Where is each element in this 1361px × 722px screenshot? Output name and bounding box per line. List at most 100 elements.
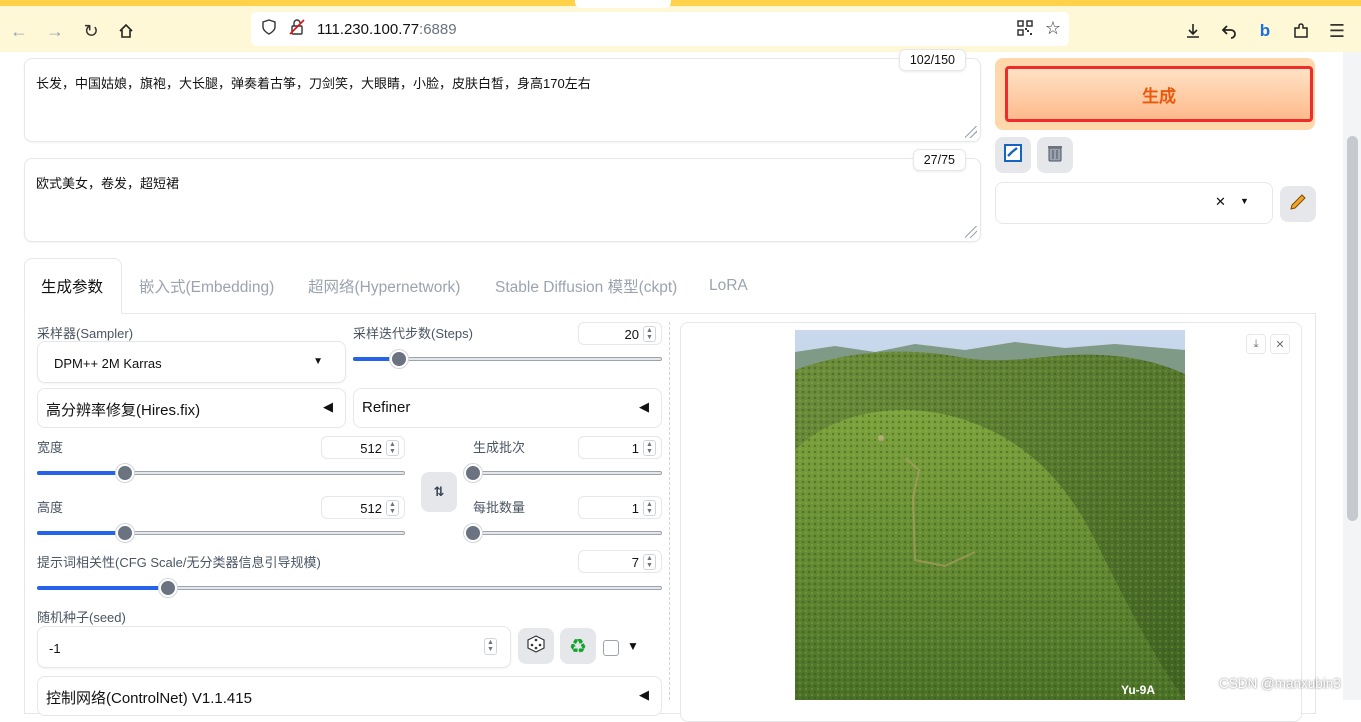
spinner-icon[interactable]: ▲ ▼ <box>643 554 656 570</box>
slider-thumb[interactable] <box>390 350 409 368</box>
checkbox-apply-icon <box>1003 143 1023 168</box>
spinner-icon[interactable]: ▲ ▼ <box>484 638 497 655</box>
spinner-icon[interactable]: ▲ ▼ <box>386 440 399 456</box>
slider-thumb[interactable] <box>116 464 135 482</box>
bing-icon[interactable]: b <box>1252 18 1278 44</box>
address-bar[interactable]: 111.230.100.77:6889 ☆ <box>251 12 1069 46</box>
webui-page: 102/150 长发，中国姑娘，旗袍，大长腿，弹奏着古筝，刀剑笑，大眼睛，小脸，… <box>0 49 1361 722</box>
menu-icon[interactable]: ☰ <box>1324 18 1350 44</box>
page-scrollbar[interactable] <box>1343 52 1361 700</box>
tab-hypernetwork[interactable]: 超网络(Hypernetwork) <box>308 258 460 314</box>
slider-thumb[interactable] <box>464 524 482 542</box>
apply-style-button[interactable] <box>995 137 1031 173</box>
controlnet-accordion[interactable]: 控制网络(ControlNet) V1.1.415 ◀ <box>37 676 662 716</box>
tab-bar: 生成参数 嵌入式(Embedding) 超网络(Hypernetwork) St… <box>24 258 1316 314</box>
batch-size-input[interactable]: 1 ▲ ▼ <box>578 496 662 519</box>
back-icon[interactable]: ← <box>6 18 32 44</box>
spinner-icon[interactable]: ▲ ▼ <box>386 500 399 516</box>
spinner-icon[interactable]: ▲ ▼ <box>643 500 656 516</box>
cfg-label: 提示词相关性(CFG Scale/无分类器信息引导规模) <box>37 555 321 570</box>
site-info-icon[interactable] <box>261 19 277 39</box>
recycle-icon: ♻ <box>569 635 587 658</box>
reuse-seed-button[interactable]: ♻ <box>560 628 596 664</box>
tab-generation-params[interactable]: 生成参数 <box>24 258 122 314</box>
chevron-down-icon[interactable]: ▼ <box>1240 196 1249 206</box>
sampler-dropdown[interactable]: DPM++ 2M Karras ▼ <box>37 341 346 383</box>
url-port: :6889 <box>419 20 457 38</box>
batch-count-value: 1 <box>631 441 639 456</box>
refiner-label: Refiner <box>362 399 411 416</box>
resize-handle-icon[interactable] <box>965 226 977 238</box>
styles-dropdown[interactable]: ✕ ▼ <box>995 182 1273 224</box>
hires-fix-accordion[interactable]: 高分辨率修复(Hires.fix) ◀ <box>37 388 346 428</box>
batch-size-label: 每批数量 <box>473 500 526 515</box>
bookmark-star-icon[interactable]: ☆ <box>1045 18 1061 39</box>
close-icon[interactable]: ✕ <box>1270 334 1290 354</box>
trash-icon <box>1045 143 1065 168</box>
height-input[interactable]: 512 ▲ ▼ <box>321 496 405 519</box>
width-input[interactable]: 512 ▲ ▼ <box>321 436 405 459</box>
cfg-slider[interactable] <box>37 579 662 597</box>
batch-count-slider[interactable] <box>464 464 662 482</box>
width-slider[interactable] <box>37 464 405 482</box>
spinner-icon[interactable]: ▲ ▼ <box>643 440 656 456</box>
resize-handle-icon[interactable] <box>965 126 977 138</box>
edit-style-button[interactable] <box>1280 186 1316 222</box>
expand-triangle-icon[interactable]: ▼ <box>627 639 639 653</box>
slider-thumb[interactable] <box>464 464 482 482</box>
generated-image[interactable]: Yu-9A <box>795 330 1185 700</box>
pencil-icon <box>1288 192 1308 217</box>
active-tab-edge <box>575 0 671 8</box>
image-overlay-text: Yu-9A <box>1121 683 1155 697</box>
generate-button[interactable]: 生成 <box>1005 66 1313 122</box>
tab-checkpoint[interactable]: Stable Diffusion 模型(ckpt) <box>495 258 677 314</box>
insecure-lock-icon[interactable] <box>289 19 305 39</box>
negative-prompt-textarea[interactable]: 27/75 欧式美女，卷发，超短裙 <box>24 149 981 242</box>
download-icon[interactable]: ⤓ <box>1246 334 1266 354</box>
slider-thumb[interactable] <box>159 579 178 597</box>
steps-input[interactable]: 20 ▲ ▼ <box>578 322 662 345</box>
url-host: 111.230.100.77 <box>317 20 420 38</box>
positive-prompt-textarea[interactable]: 102/150 长发，中国姑娘，旗袍，大长腿，弹奏着古筝，刀剑笑，大眼睛，小脸，… <box>24 49 981 142</box>
seed-label: 随机种子(seed) <box>37 610 126 625</box>
random-seed-button[interactable] <box>518 628 554 664</box>
width-label: 宽度 <box>37 440 64 455</box>
swap-dimensions-button[interactable]: ⇅ <box>421 472 457 512</box>
mountain-landscape-image: Yu-9A <box>795 330 1185 700</box>
positive-token-counter: 102/150 <box>898 49 966 71</box>
height-label: 高度 <box>37 500 64 515</box>
slider-fill <box>37 471 126 475</box>
cfg-input[interactable]: 7 ▲ ▼ <box>578 550 662 573</box>
steps-label: 采样迭代步数(Steps) <box>353 326 473 341</box>
scrollbar-thumb[interactable] <box>1347 136 1358 521</box>
watermark-text: CSDN @manxubin3 <box>1219 676 1341 691</box>
seed-input[interactable]: -1 ▲ ▼ <box>37 626 511 668</box>
refiner-accordion[interactable]: Refiner ◀ <box>353 388 662 428</box>
downloads-icon[interactable] <box>1180 18 1206 44</box>
qr-code-icon[interactable] <box>1017 20 1033 40</box>
reload-icon[interactable]: ↻ <box>78 18 104 44</box>
spinner-icon[interactable]: ▲ ▼ <box>643 326 656 342</box>
batch-count-label: 生成批次 <box>473 440 526 455</box>
clear-prompt-button[interactable] <box>1037 137 1073 173</box>
negative-prompt-text: 欧式美女，卷发，超短裙 <box>36 176 180 191</box>
sampler-value: DPM++ 2M Karras <box>54 356 162 371</box>
batch-count-input[interactable]: 1 ▲ ▼ <box>578 436 662 459</box>
seed-value: -1 <box>49 641 61 656</box>
extensions-icon[interactable] <box>1288 18 1314 44</box>
home-icon[interactable] <box>113 18 139 44</box>
slider-thumb[interactable] <box>116 524 135 542</box>
cfg-value: 7 <box>631 555 639 570</box>
collapse-triangle-icon: ◀ <box>639 687 649 702</box>
steps-value: 20 <box>624 327 639 342</box>
tab-embedding[interactable]: 嵌入式(Embedding) <box>139 258 274 314</box>
undo-icon[interactable] <box>1216 18 1242 44</box>
column-divider <box>669 322 670 700</box>
extra-seed-checkbox[interactable] <box>603 640 619 656</box>
batch-size-slider[interactable] <box>464 524 662 542</box>
tab-lora[interactable]: LoRA <box>709 258 748 314</box>
steps-slider[interactable] <box>353 350 662 368</box>
forward-icon[interactable]: → <box>42 18 68 44</box>
clear-selection-icon[interactable]: ✕ <box>1215 194 1226 210</box>
height-slider[interactable] <box>37 524 405 542</box>
